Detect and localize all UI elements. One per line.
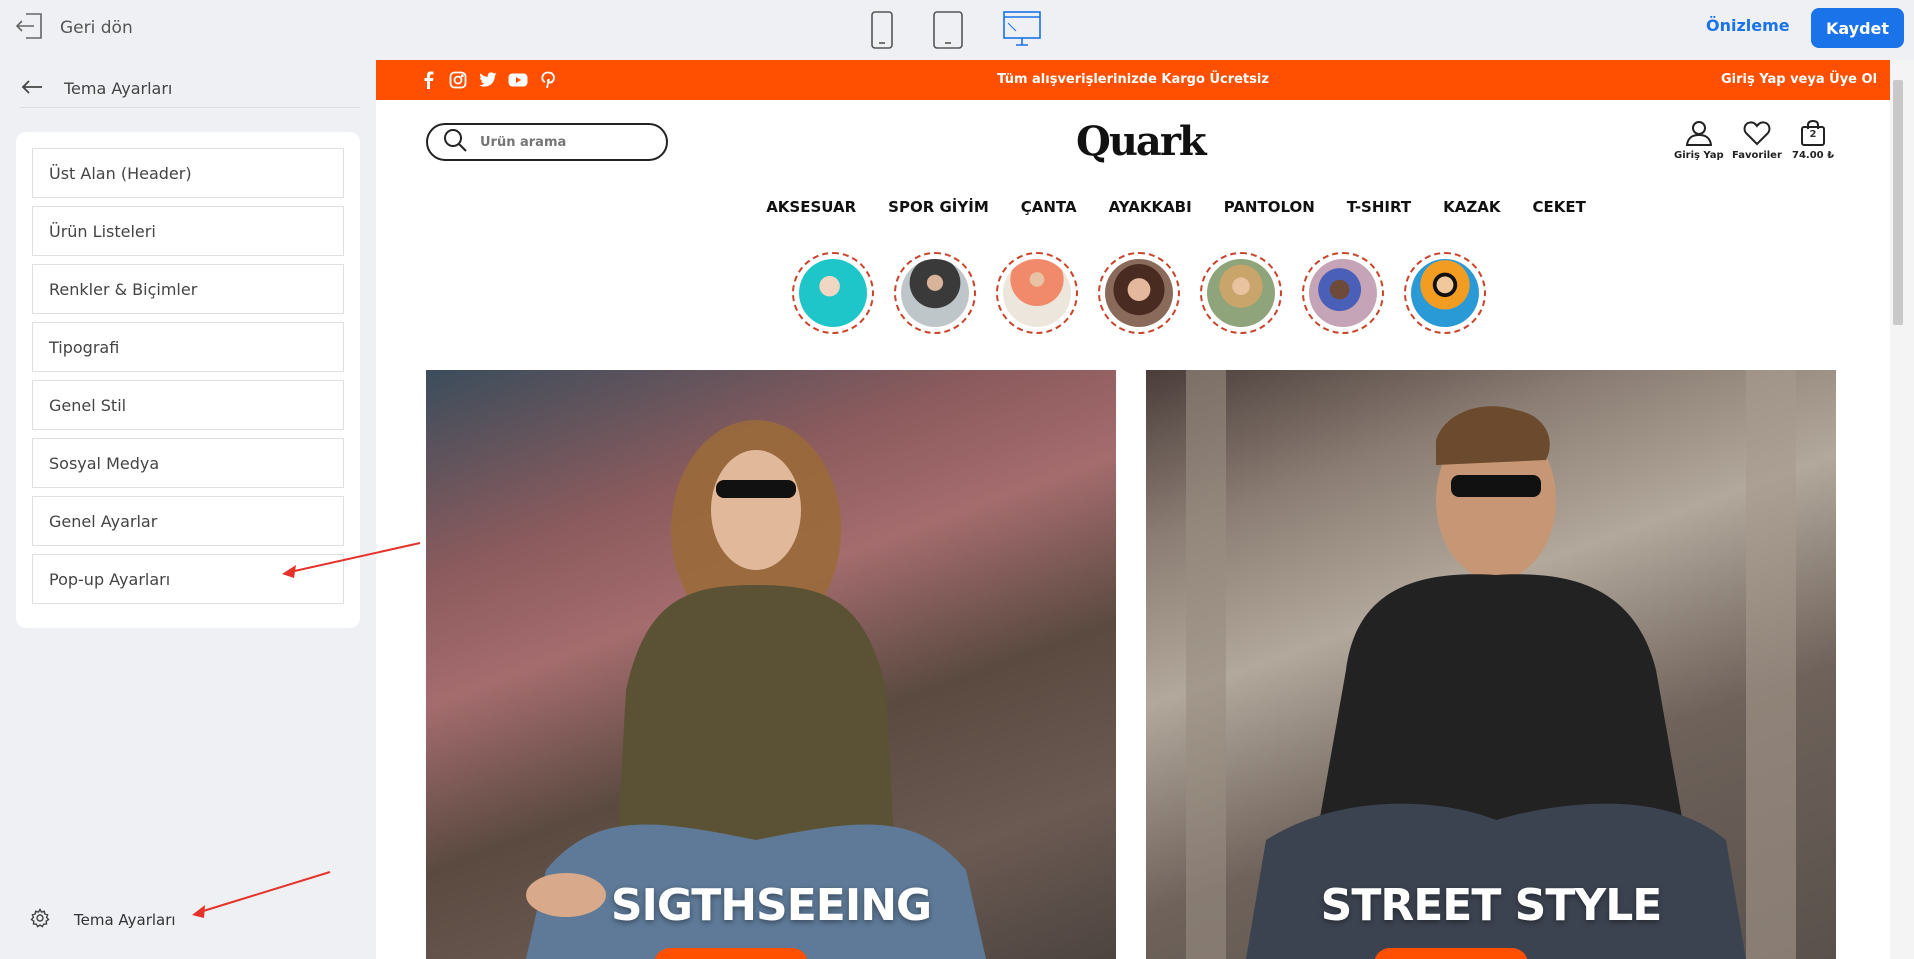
- heart-icon: [1743, 121, 1771, 146]
- sidebar-header: Tema Ayarları: [20, 70, 360, 108]
- nav-item-tshirt[interactable]: T-SHIRT: [1347, 198, 1411, 216]
- menu-item-general-style[interactable]: Genel Stil: [32, 380, 344, 430]
- scrollbar-thumb[interactable]: [1893, 80, 1903, 325]
- exit-icon: [14, 10, 46, 46]
- sidebar-title: Tema Ayarları: [64, 79, 173, 98]
- nav-item-kazak[interactable]: KAZAK: [1443, 198, 1500, 216]
- back-label: Geri dön: [60, 18, 133, 38]
- story-item[interactable]: [1302, 252, 1384, 334]
- promo-bar: Tüm alışverişlerinizde Kargo Ücretsiz Gi…: [376, 60, 1890, 100]
- cart-total: 74.00 ₺: [1792, 150, 1835, 161]
- desktop-view-button[interactable]: [1002, 8, 1042, 52]
- banner-title: SIGTHSEEING: [610, 880, 932, 931]
- banner-button[interactable]: [1374, 948, 1528, 959]
- menu-item-typography[interactable]: Tipografi: [32, 322, 344, 372]
- menu-item-general-settings[interactable]: Genel Ayarlar: [32, 496, 344, 546]
- cart-button[interactable]: 2 74.00 ₺: [1792, 119, 1835, 161]
- favorites-label: Favoriler: [1732, 150, 1782, 161]
- account-button[interactable]: Giriş Yap: [1674, 120, 1724, 161]
- theme-settings-sidebar: Tema Ayarları Üst Alan (Header) Ürün Lis…: [0, 60, 376, 959]
- menu-item-popup-settings[interactable]: Pop-up Ayarları: [32, 554, 344, 604]
- nav-item-ayakkabi[interactable]: AYAKKABI: [1109, 198, 1192, 216]
- nav-item-pantolon[interactable]: PANTOLON: [1224, 198, 1315, 216]
- tablet-view-button[interactable]: [932, 8, 964, 52]
- settings-menu: Üst Alan (Header) Ürün Listeleri Renkler…: [16, 132, 360, 628]
- nav-item-aksesuar[interactable]: AKSESUAR: [766, 198, 856, 216]
- promo-message: Tüm alışverişlerinizde Kargo Ücretsiz: [997, 72, 1269, 87]
- arrow-left-icon[interactable]: [20, 77, 44, 101]
- account-label: Giriş Yap: [1674, 150, 1724, 161]
- search-icon[interactable]: [442, 127, 468, 157]
- favorites-button[interactable]: Favoriler: [1732, 120, 1782, 161]
- cart-count: 2: [1809, 129, 1817, 140]
- banner-button[interactable]: [654, 948, 808, 959]
- mobile-icon: [871, 11, 893, 49]
- story-item[interactable]: [894, 252, 976, 334]
- tablet-icon: [933, 11, 963, 49]
- nav-item-spor-giyim[interactable]: SPOR GİYİM: [888, 198, 989, 216]
- story-item[interactable]: [1200, 252, 1282, 334]
- preview-link[interactable]: Önizleme: [1706, 16, 1790, 35]
- cart-icon: 2: [1799, 119, 1827, 146]
- store-search: [426, 123, 668, 161]
- banner-photo: [526, 420, 986, 959]
- menu-item-product-lists[interactable]: Ürün Listeleri: [32, 206, 344, 256]
- story-item[interactable]: [792, 252, 874, 334]
- nav-item-canta[interactable]: ÇANTA: [1021, 198, 1077, 216]
- footer-label: Tema Ayarları: [74, 911, 176, 929]
- login-register-link[interactable]: Giriş Yap veya Üye Ol: [1721, 72, 1877, 87]
- back-button[interactable]: Geri dön: [14, 10, 133, 46]
- story-circles: [792, 252, 1486, 334]
- menu-item-header[interactable]: Üst Alan (Header): [32, 148, 344, 198]
- story-item[interactable]: [1404, 252, 1486, 334]
- category-nav: AKSESUAR SPOR GİYİM ÇANTA AYAKKABI PANTO…: [376, 198, 1890, 216]
- editor-topbar: Geri dön Önizleme Kaydet: [0, 0, 1914, 60]
- banner-photo: [1186, 370, 1796, 959]
- search-input[interactable]: [480, 134, 650, 150]
- desktop-icon: [1003, 11, 1041, 46]
- store-preview: Tüm alışverişlerinizde Kargo Ücretsiz Gi…: [376, 60, 1890, 959]
- banner-sightseeing[interactable]: SIGTHSEEING: [426, 370, 1116, 959]
- theme-settings-footer-link[interactable]: Tema Ayarları: [30, 908, 176, 932]
- menu-item-colors-styles[interactable]: Renkler & Biçimler: [32, 264, 344, 314]
- store-logo[interactable]: Quark: [1076, 118, 1207, 165]
- menu-item-social-media[interactable]: Sosyal Medya: [32, 438, 344, 488]
- save-button[interactable]: Kaydet: [1811, 8, 1904, 48]
- device-switcher: [870, 8, 1042, 52]
- nav-item-ceket[interactable]: CEKET: [1532, 198, 1585, 216]
- mobile-view-button[interactable]: [870, 8, 894, 52]
- banner-title: STREET STYLE: [1320, 880, 1663, 931]
- story-item[interactable]: [1098, 252, 1180, 334]
- gear-icon: [30, 908, 50, 932]
- banner-street-style[interactable]: STREET STYLE: [1146, 370, 1836, 959]
- user-icon: [1685, 121, 1712, 146]
- story-item[interactable]: [996, 252, 1078, 334]
